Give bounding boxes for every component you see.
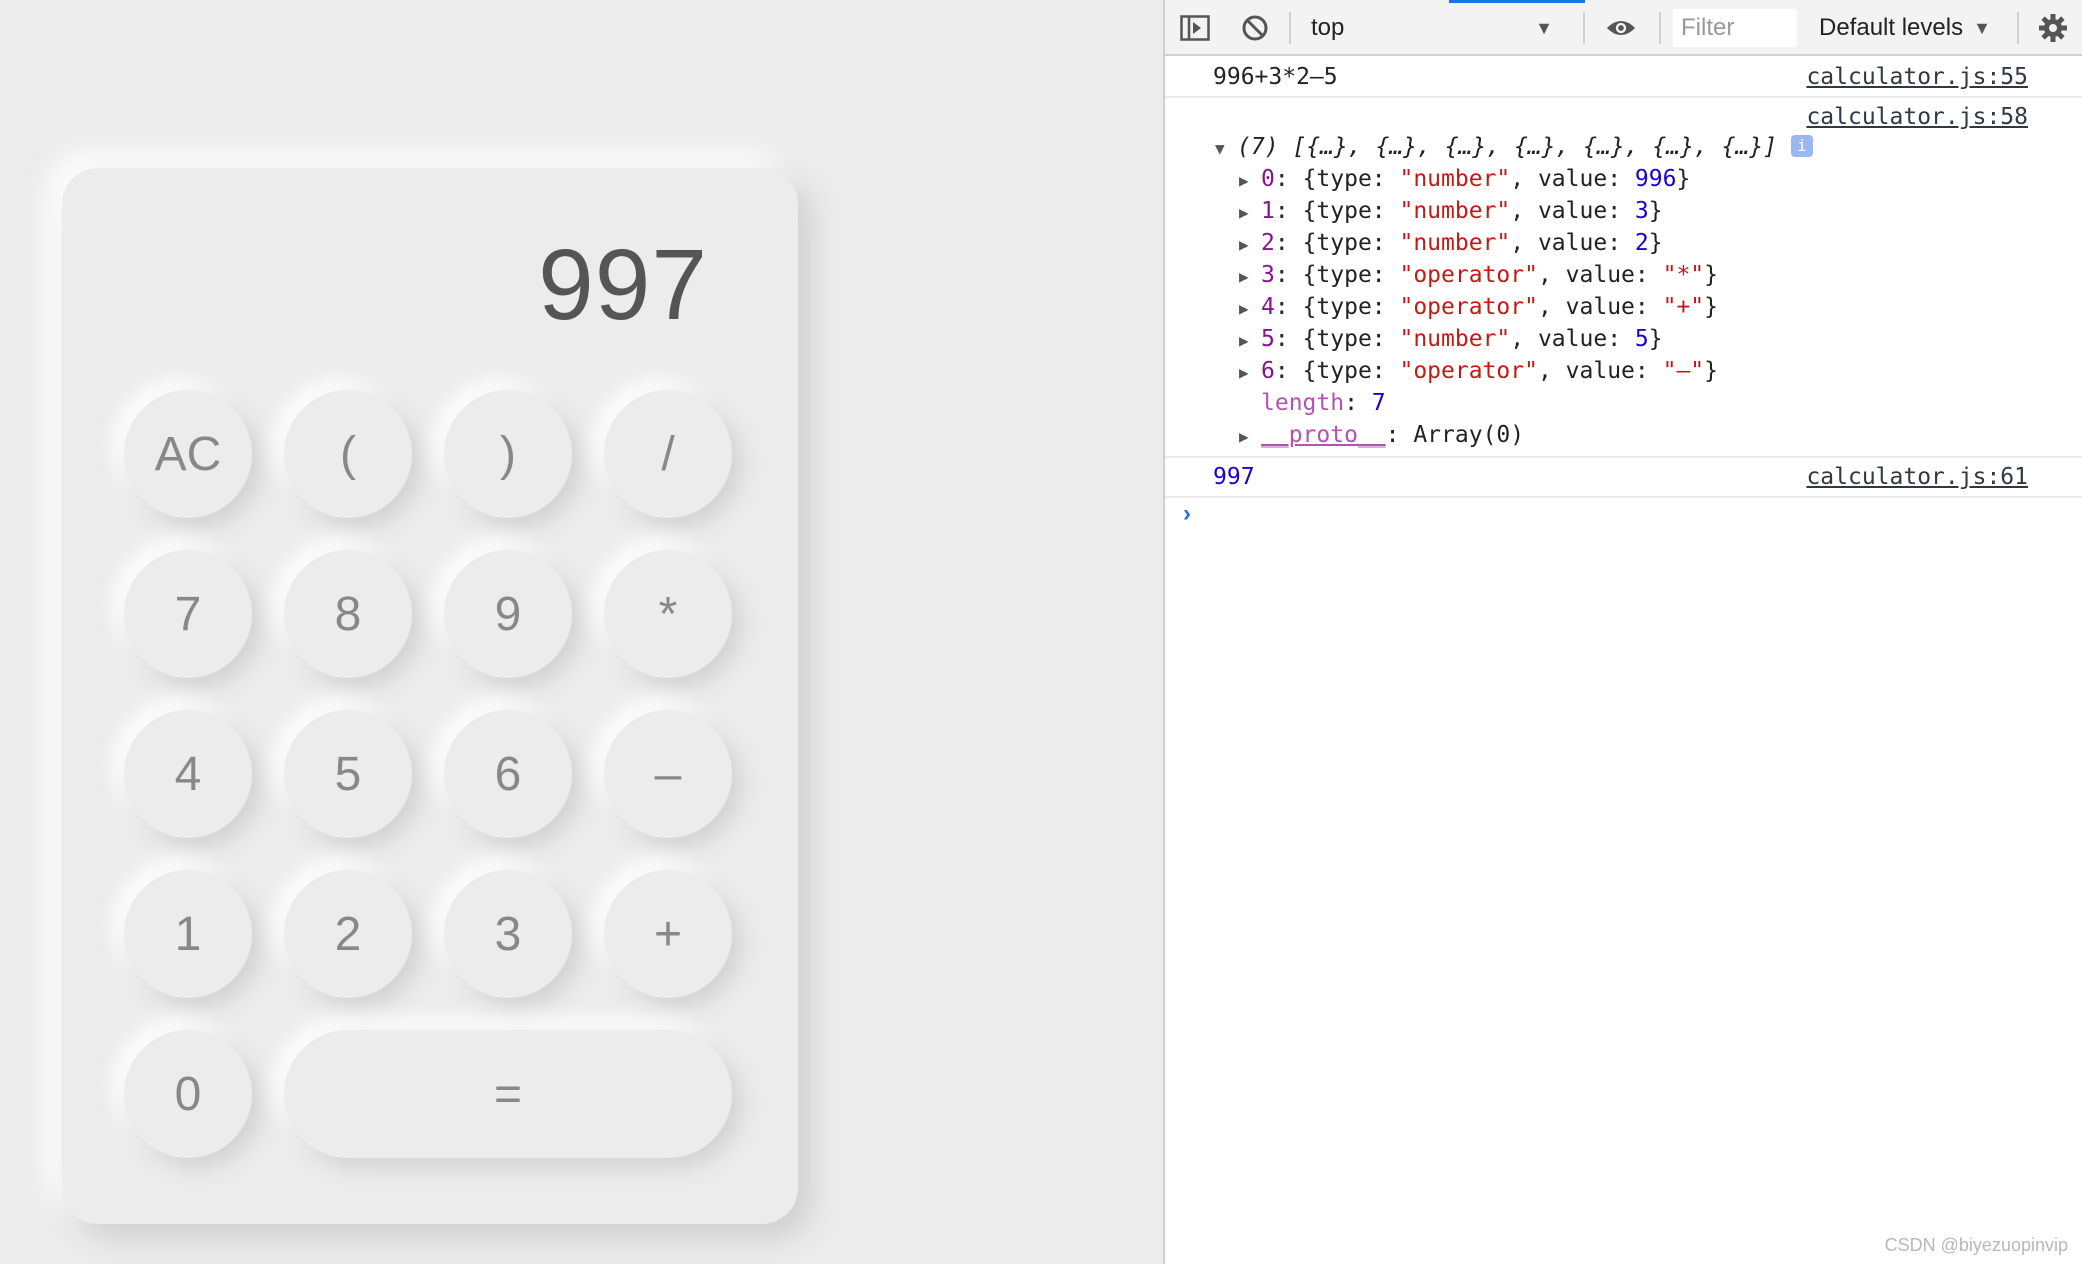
multiply-button[interactable]: * [604,550,732,678]
plus-button[interactable]: + [604,870,732,998]
log-levels-label: Default levels [1819,14,1964,41]
context-selector[interactable]: top ▼ [1305,10,1559,46]
calculator-display: 997 [538,229,708,341]
six-button[interactable]: 6 [444,710,572,838]
console-message: 996+3*2–5 calculator.js:55 [1165,58,2082,98]
collapsed-triangle-icon: ▶ [1239,331,1249,350]
info-icon[interactable]: i [1790,135,1813,157]
equals-button[interactable]: = [284,1030,732,1158]
collapsed-triangle-icon: ▶ [1239,299,1249,318]
array-proto[interactable]: ▶ __proto__: Array(0) [1239,422,1524,448]
watermark: CSDN @biyezuopinvip [1884,1235,2068,1255]
calculator-panel: 997 AC ( ) / 7 8 9 * 4 5 6 – 1 2 3 + 0 = [62,168,798,1224]
three-button[interactable]: 3 [444,870,572,998]
array-entry[interactable]: ▶ 5: {type: "number", value: 5} [1239,326,1663,352]
array-entry[interactable]: ▶ 3: {type: "operator", value: "*"} [1239,262,1718,288]
array-entry[interactable]: ▶ 6: {type: "operator", value: "–"} [1239,358,1718,384]
console-toolbar: top ▼ Default levels ▼ [1165,0,2082,56]
seven-button[interactable]: 7 [124,550,252,678]
filter-input[interactable] [1673,9,1797,47]
divide-button[interactable]: / [604,390,732,518]
left-paren-button[interactable]: ( [284,390,412,518]
toolbar-divider [2017,12,2019,44]
live-expression-eye-icon[interactable] [1605,12,1637,44]
eight-button[interactable]: 8 [284,550,412,678]
array-summary[interactable]: ▼ (7) [{…}, {…}, {…}, {…}, {…}, {…}, {…}]… [1215,134,1813,160]
minus-button[interactable]: – [604,710,732,838]
context-selector-value: top [1311,14,1345,41]
console-result-value: 997 [1213,464,1255,490]
source-link[interactable]: calculator.js:55 [1806,64,2028,90]
toolbar-divider [1583,12,1585,44]
active-tab-indicator [1449,0,1585,3]
four-button[interactable]: 4 [124,710,252,838]
settings-gear-icon[interactable] [2037,12,2069,44]
collapsed-triangle-icon: ▶ [1239,267,1249,286]
array-entry[interactable]: ▶ 1: {type: "number", value: 3} [1239,198,1663,224]
clear-console-icon[interactable] [1239,12,1271,44]
one-button[interactable]: 1 [124,870,252,998]
log-levels-dropdown[interactable]: Default levels ▼ [1819,10,1991,46]
console-output: 996+3*2–5 calculator.js:55 calculator.js… [1165,58,2082,498]
two-button[interactable]: 2 [284,870,412,998]
collapsed-triangle-icon: ▶ [1239,171,1249,190]
dropdown-arrow-icon: ▼ [1535,17,1553,38]
toolbar-divider [1659,12,1661,44]
source-link[interactable]: calculator.js:61 [1806,464,2028,490]
console-prompt-icon[interactable]: › [1183,500,1191,528]
collapsed-triangle-icon: ▶ [1239,235,1249,254]
collapsed-triangle-icon: ▶ [1239,427,1249,446]
console-message-text: 996+3*2–5 [1213,64,1338,90]
right-paren-button[interactable]: ) [444,390,572,518]
nine-button[interactable]: 9 [444,550,572,678]
console-message: 997 calculator.js:61 [1165,458,2082,498]
array-entry[interactable]: ▶ 4: {type: "operator", value: "+"} [1239,294,1718,320]
ac-button[interactable]: AC [124,390,252,518]
zero-button[interactable]: 0 [124,1030,252,1158]
console-message: calculator.js:58 ▼ (7) [{…}, {…}, {…}, {…… [1165,98,2082,458]
collapsed-triangle-icon: ▶ [1239,203,1249,222]
toolbar-divider [1289,12,1291,44]
dropdown-arrow-icon: ▼ [1973,17,1991,38]
devtools-console-panel: top ▼ Default levels ▼ [1163,0,2082,1264]
calculator-area: 997 AC ( ) / 7 8 9 * 4 5 6 – 1 2 3 + 0 = [0,0,1163,1264]
array-entry[interactable]: ▶ 0: {type: "number", value: 996} [1239,166,1690,192]
expanded-triangle-icon: ▼ [1215,139,1225,158]
sidebar-toggle-icon[interactable] [1179,12,1211,44]
five-button[interactable]: 5 [284,710,412,838]
collapsed-triangle-icon: ▶ [1239,363,1249,382]
array-entry[interactable]: ▶ 2: {type: "number", value: 2} [1239,230,1663,256]
array-length: length: 7 [1261,390,1386,416]
source-link[interactable]: calculator.js:58 [1806,104,2028,130]
